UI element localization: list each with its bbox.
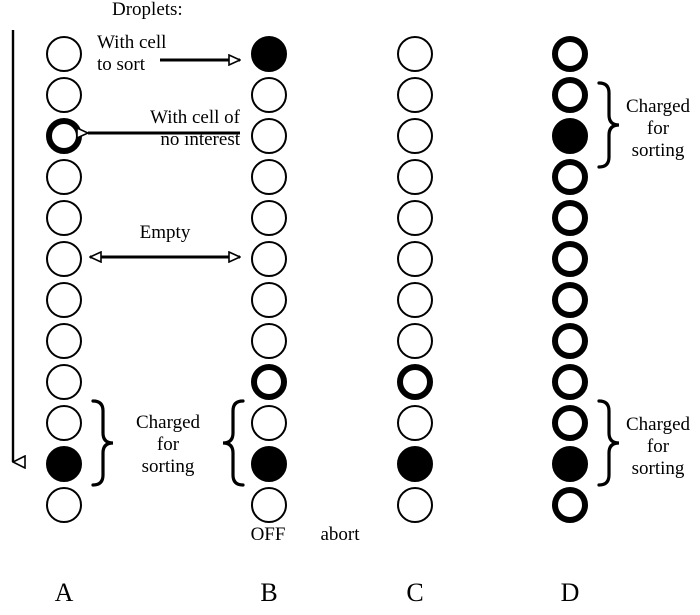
droplet-a-3-charged	[46, 118, 82, 154]
droplet-c-9-charged	[397, 364, 433, 400]
droplet-b-5-empty	[251, 200, 287, 236]
droplet-a-8-empty	[46, 323, 82, 359]
brace-column-d-top	[597, 81, 620, 169]
droplet-c-11-cell	[397, 446, 433, 482]
droplet-c-10-empty	[397, 405, 433, 441]
droplets-heading: Droplets:	[112, 0, 183, 20]
droplet-c-8-empty	[397, 323, 433, 359]
brace-column-b	[222, 399, 245, 487]
droplet-b-12-empty	[251, 487, 287, 523]
droplet-a-5-empty	[46, 200, 82, 236]
charged-for-sorting-label-a: Charged for sorting	[135, 412, 201, 477]
droplet-d-9-charged	[552, 364, 588, 400]
column-letter-b: B	[260, 578, 278, 607]
droplet-b-8-empty	[251, 323, 287, 359]
droplet-d-6-charged	[552, 241, 588, 277]
droplet-b-6-empty	[251, 241, 287, 277]
brace-column-d-bottom	[597, 399, 620, 487]
droplet-d-3-cell	[552, 118, 588, 154]
droplet-c-6-empty	[397, 241, 433, 277]
droplet-b-11-cell	[251, 446, 287, 482]
annotation-overlay	[11, 30, 620, 487]
droplet-a-4-empty	[46, 159, 82, 195]
droplet-b-2-empty	[251, 77, 287, 113]
droplet-d-12-charged	[552, 487, 588, 523]
legend-cell-to-sort-label: With cell to sort	[97, 32, 167, 75]
droplet-d-11-cell	[552, 446, 588, 482]
off-note: OFF	[250, 524, 286, 545]
abort-note: abort	[320, 524, 360, 545]
droplet-a-7-empty	[46, 282, 82, 318]
droplet-b-3-empty	[251, 118, 287, 154]
column-letter-d: D	[560, 578, 580, 607]
droplet-c-1-empty	[397, 36, 433, 72]
droplet-a-6-empty	[46, 241, 82, 277]
droplet-c-7-empty	[397, 282, 433, 318]
droplet-b-9-charged	[251, 364, 287, 400]
droplet-b-7-empty	[251, 282, 287, 318]
legend-cell-no-interest-label: With cell of no interest	[150, 107, 240, 150]
droplet-b-4-empty	[251, 159, 287, 195]
droplet-d-4-charged	[552, 159, 588, 195]
droplet-c-3-empty	[397, 118, 433, 154]
droplet-c-5-empty	[397, 200, 433, 236]
droplet-a-1-empty	[46, 36, 82, 72]
droplet-a-2-empty	[46, 77, 82, 113]
droplet-a-11-cell	[46, 446, 82, 482]
droplet-b-1-cell	[251, 36, 287, 72]
droplet-d-2-charged	[552, 77, 588, 113]
droplet-c-4-empty	[397, 159, 433, 195]
droplet-d-8-charged	[552, 323, 588, 359]
column-letter-a: A	[54, 578, 74, 607]
droplet-a-9-empty	[46, 364, 82, 400]
droplet-c-12-empty	[397, 487, 433, 523]
brace-column-a	[91, 399, 114, 487]
legend-empty-label: Empty	[139, 222, 191, 243]
droplet-d-5-charged	[552, 200, 588, 236]
droplet-a-12-empty	[46, 487, 82, 523]
droplet-d-1-charged	[552, 36, 588, 72]
droplet-c-2-empty	[397, 77, 433, 113]
droplet-sorting-diagram: Droplets: With cell to sort With cell of…	[0, 0, 700, 615]
droplet-d-7-charged	[552, 282, 588, 318]
charged-for-sorting-label-d-bottom: Charged for sorting	[625, 414, 691, 479]
column-letter-c: C	[406, 578, 424, 607]
droplet-a-10-empty	[46, 405, 82, 441]
charged-for-sorting-label-d-top: Charged for sorting	[625, 96, 691, 161]
droplet-d-10-charged	[552, 405, 588, 441]
droplet-b-10-empty	[251, 405, 287, 441]
